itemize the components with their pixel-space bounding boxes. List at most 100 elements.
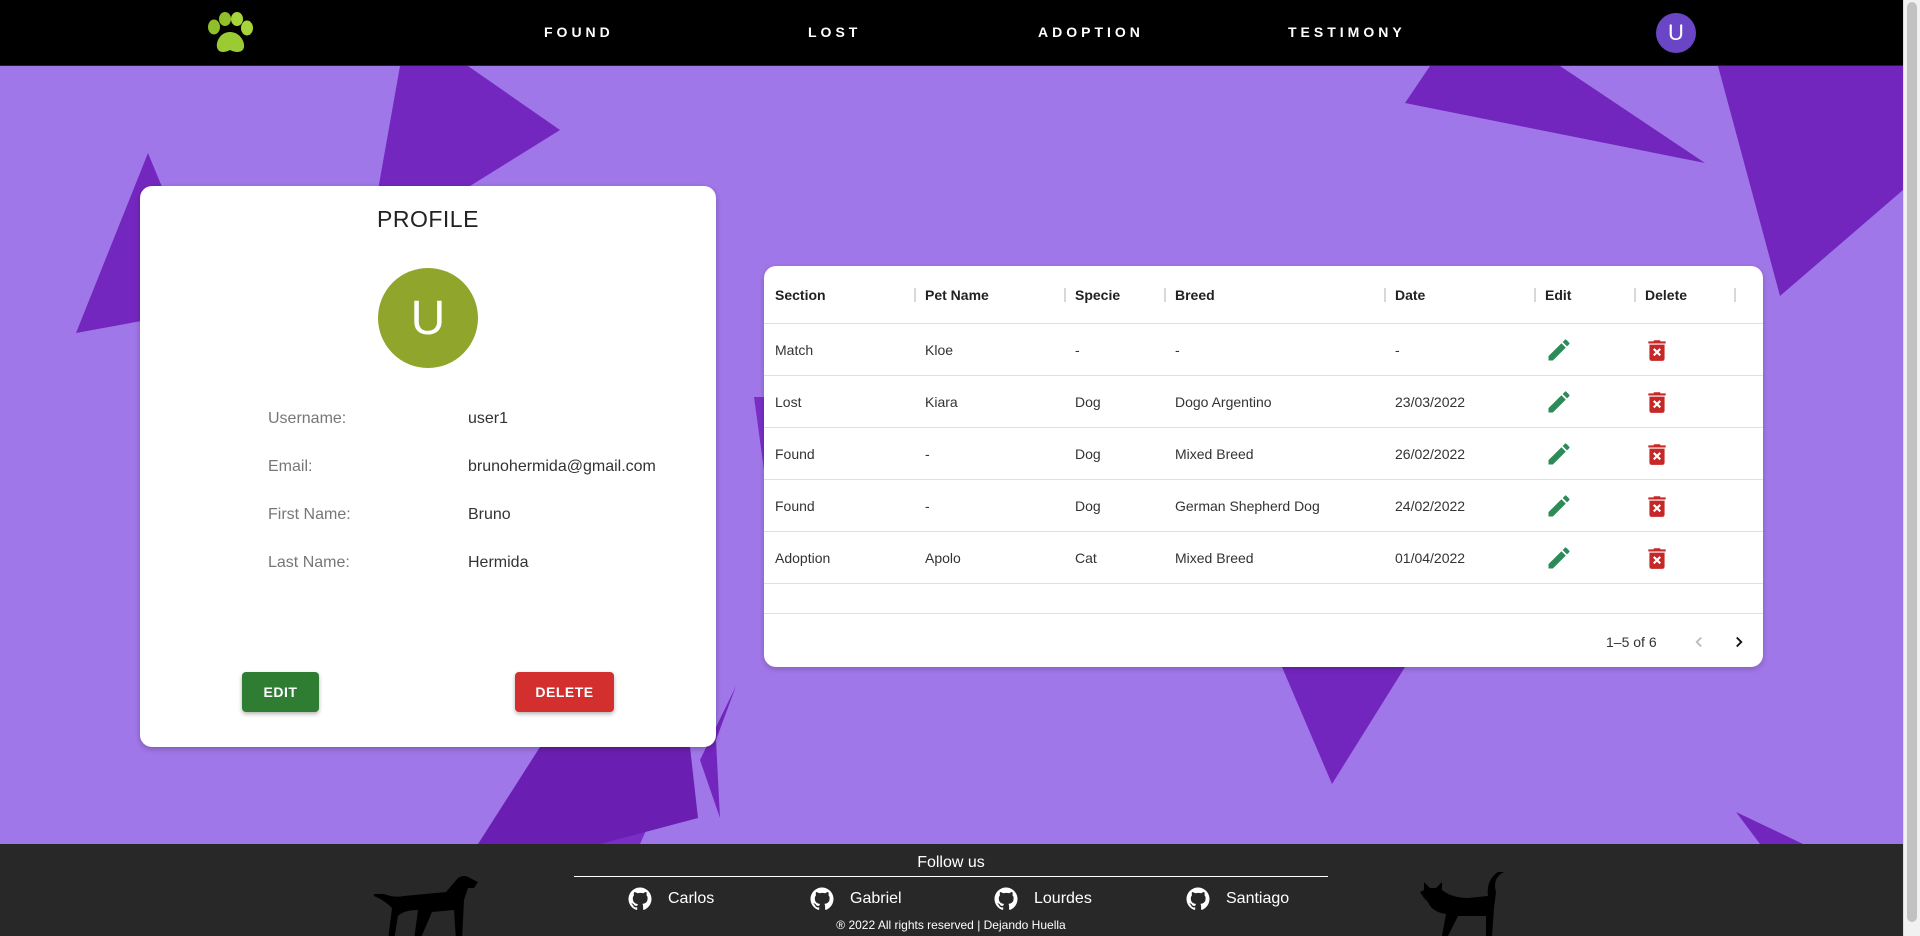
cell-breed: Mixed Breed [1175, 446, 1254, 462]
profile-card: PROFILE U Username: user1 Email: brunohe… [140, 186, 716, 747]
social-name: Gabriel [850, 890, 902, 907]
table-row[interactable]: Lost Kiara Dog Dogo Argentino 23/03/2022 [764, 376, 1763, 428]
bg-triangle [1282, 667, 1405, 784]
pencil-icon[interactable] [1542, 490, 1576, 522]
column-separator[interactable] [1634, 288, 1636, 302]
table-pagination: 1–5 of 6 [764, 613, 1763, 667]
chevron-right-icon[interactable] [1726, 629, 1752, 655]
social-link-carlos[interactable]: Carlos [628, 886, 714, 912]
cell-pet-name: - [925, 446, 930, 462]
bg-triangle [1718, 66, 1903, 296]
chevron-left-icon[interactable] [1686, 629, 1712, 655]
username-value: user1 [468, 410, 509, 427]
navbar: FOUND LOST ADOPTION TESTIMONY U [0, 0, 1903, 66]
column-separator[interactable] [1164, 288, 1166, 302]
table-header: Section Pet Name Specie Breed Date Edit … [764, 266, 1763, 324]
cell-date: 24/02/2022 [1395, 498, 1466, 514]
pencil-icon[interactable] [1542, 438, 1576, 470]
user-avatar[interactable]: U [1656, 13, 1696, 53]
social-name: Carlos [668, 890, 715, 907]
dog-silhouette-icon [374, 876, 478, 936]
column-separator[interactable] [914, 288, 916, 302]
column-separator[interactable] [1384, 288, 1386, 302]
column-header-specie[interactable]: Specie [1075, 287, 1120, 303]
trash-icon[interactable] [1640, 542, 1674, 574]
github-icon [628, 887, 652, 910]
column-header-section[interactable]: Section [775, 287, 826, 303]
cell-specie: Dog [1075, 446, 1101, 462]
nav-link-lost[interactable]: LOST [808, 24, 861, 40]
nav-link-found[interactable]: FOUND [544, 24, 614, 40]
cell-date: 26/02/2022 [1395, 446, 1466, 462]
cell-specie: Dog [1075, 498, 1101, 514]
column-header-delete[interactable]: Delete [1645, 287, 1687, 303]
social-name: Lourdes [1034, 890, 1092, 907]
cell-date: - [1395, 342, 1400, 358]
cell-section: Found [775, 498, 815, 514]
cell-breed: Mixed Breed [1175, 550, 1254, 566]
cell-section: Adoption [775, 550, 831, 566]
trash-icon[interactable] [1640, 438, 1674, 470]
trash-icon[interactable] [1640, 490, 1674, 522]
column-header-breed[interactable]: Breed [1175, 287, 1215, 303]
bg-triangle [378, 66, 560, 190]
github-icon [1186, 887, 1210, 910]
footer: Follow us Carlos Gabriel Lourdes Santiag… [0, 844, 1903, 936]
cell-pet-name: Kloe [925, 342, 954, 358]
cell-breed: - [1175, 342, 1180, 358]
nav-link-adoption[interactable]: ADOPTION [1038, 24, 1144, 40]
social-link-santiago[interactable]: Santiago [1186, 886, 1289, 912]
bg-triangle [1736, 812, 1803, 844]
trash-icon[interactable] [1640, 386, 1674, 418]
github-icon [810, 887, 834, 910]
cell-specie: - [1075, 342, 1080, 358]
cell-section: Match [775, 342, 814, 358]
column-separator[interactable] [1534, 288, 1536, 302]
page-scrollbar[interactable] [1903, 0, 1920, 936]
first-name-value: Bruno [468, 506, 511, 523]
trash-icon[interactable] [1640, 334, 1674, 366]
cell-breed: Dogo Argentino [1175, 394, 1272, 410]
column-header-edit[interactable]: Edit [1545, 287, 1571, 303]
cell-pet-name: Apolo [925, 550, 961, 566]
github-icon [994, 887, 1018, 910]
column-separator[interactable] [1064, 288, 1066, 302]
pencil-icon[interactable] [1542, 542, 1576, 574]
column-header-date[interactable]: Date [1395, 287, 1425, 303]
footer-divider [574, 876, 1328, 877]
cell-specie: Cat [1075, 550, 1097, 566]
username-label: Username: [268, 410, 347, 427]
table-row[interactable]: Found - Dog Mixed Breed 26/02/2022 [764, 428, 1763, 480]
pagination-range: 1–5 of 6 [1606, 634, 1657, 650]
cell-date: 01/04/2022 [1395, 550, 1466, 566]
follow-us-title: Follow us [917, 854, 985, 871]
cell-breed: German Shepherd Dog [1175, 498, 1320, 514]
column-header-pet-name[interactable]: Pet Name [925, 287, 989, 303]
cell-specie: Dog [1075, 394, 1101, 410]
social-link-gabriel[interactable]: Gabriel [810, 886, 902, 912]
pencil-icon[interactable] [1542, 386, 1576, 418]
cell-date: 23/03/2022 [1395, 394, 1466, 410]
cat-silhouette-icon [1420, 872, 1504, 936]
edit-profile-button[interactable]: EDIT [242, 672, 319, 712]
table-row[interactable]: Found - Dog German Shepherd Dog 24/02/20… [764, 480, 1763, 532]
cell-pet-name: - [925, 498, 930, 514]
scrollbar-thumb[interactable] [1907, 2, 1917, 922]
bg-triangle [1405, 66, 1705, 163]
social-name: Santiago [1226, 890, 1290, 907]
last-name-value: Hermida [468, 554, 529, 571]
delete-profile-button[interactable]: DELETE [515, 672, 614, 712]
first-name-label: First Name: [268, 506, 351, 523]
email-label: Email: [268, 458, 313, 475]
column-separator[interactable] [1734, 288, 1736, 302]
social-link-lourdes[interactable]: Lourdes [994, 886, 1092, 912]
table-row[interactable]: Match Kloe - - - [764, 324, 1763, 376]
bg-triangle [754, 397, 764, 470]
table-row[interactable]: Adoption Apolo Cat Mixed Breed 01/04/202… [764, 532, 1763, 584]
pencil-icon[interactable] [1542, 334, 1576, 366]
cell-section: Lost [775, 394, 802, 410]
cell-section: Found [775, 446, 815, 462]
email-value: brunohermida@gmail.com [468, 458, 656, 475]
nav-link-testimony[interactable]: TESTIMONY [1288, 24, 1406, 40]
paw-icon[interactable] [204, 12, 256, 56]
